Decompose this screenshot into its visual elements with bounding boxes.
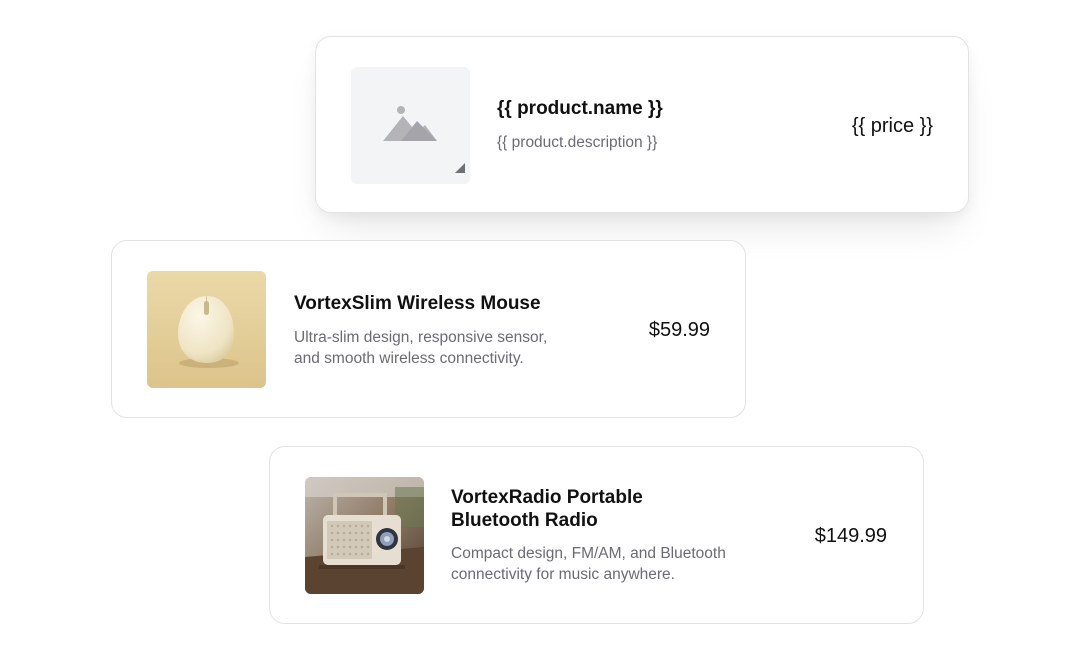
wireless-mouse-photo [147, 271, 266, 388]
template-product-card: {{ product.name }} {{ product.descriptio… [315, 36, 969, 213]
product-name-radio: VortexRadio Portable Bluetooth Radio [451, 487, 643, 531]
product-name-mouse: VortexSlim Wireless Mouse [294, 293, 541, 314]
product-card-radio[interactable]: VortexRadio Portable Bluetooth Radio Com… [269, 446, 924, 624]
image-placeholder-icon [383, 106, 465, 173]
template-price: {{ price }} [851, 115, 933, 137]
product-description-radio: Compact design, FM/AM, and Bluetooth con… [451, 545, 726, 583]
portable-radio-photo [305, 477, 424, 594]
template-product-name: {{ product.name }} [497, 98, 663, 119]
product-image-radio [305, 477, 424, 594]
product-image-placeholder [351, 67, 470, 184]
product-image-mouse [147, 271, 266, 388]
template-product-description: {{ product.description }} [497, 134, 658, 151]
product-price-radio: $149.99 [814, 525, 887, 547]
product-description-mouse: Ultra-slim design, responsive sensor, an… [294, 329, 548, 367]
product-price-mouse: $59.99 [648, 319, 710, 341]
product-card-mouse[interactable]: VortexSlim Wireless Mouse Ultra-slim des… [111, 240, 746, 418]
